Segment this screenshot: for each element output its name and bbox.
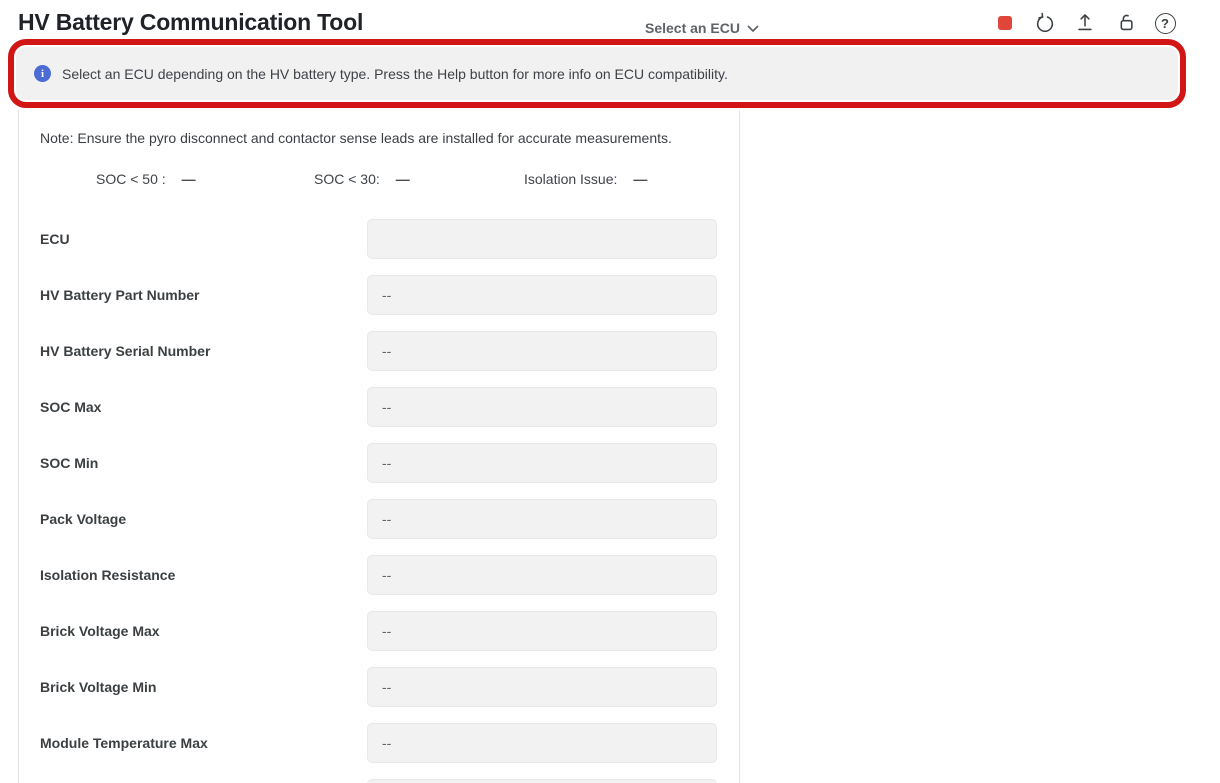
field-label: ECU <box>40 219 70 259</box>
status-label: Isolation Issue: <box>524 171 617 187</box>
field-label: Pack Voltage <box>40 499 126 539</box>
status-row: SOC < 50 : — SOC < 30: — Isolation Issue… <box>19 171 739 191</box>
help-icon[interactable]: ? <box>1154 12 1176 34</box>
serial-number-field[interactable]: -- <box>367 331 717 371</box>
field-label: Module Temperature Max <box>40 723 208 763</box>
toolbar: ? <box>994 11 1176 35</box>
record-square-icon[interactable] <box>994 12 1016 34</box>
refresh-icon[interactable] <box>1034 12 1056 34</box>
form-rows: ECU HV Battery Part Number -- HV Battery… <box>19 219 739 783</box>
ecu-field[interactable] <box>367 219 717 259</box>
pack-voltage-field[interactable]: -- <box>367 499 717 539</box>
status-label: SOC < 50 : <box>96 171 166 187</box>
status-value: — <box>396 171 410 187</box>
field-label: SOC Max <box>40 387 101 427</box>
form-row-serial-number: HV Battery Serial Number -- <box>19 331 739 371</box>
form-row-part-number: HV Battery Part Number -- <box>19 275 739 315</box>
ecu-select-dropdown[interactable]: Select an ECU <box>645 20 759 36</box>
form-row-soc-min: SOC Min -- <box>19 443 739 483</box>
page-title: HV Battery Communication Tool <box>18 9 363 36</box>
form-row-partial <box>19 779 739 783</box>
field-label: Isolation Resistance <box>40 555 175 595</box>
note-text: Note: Ensure the pyro disconnect and con… <box>40 130 672 146</box>
unlock-icon[interactable] <box>1114 12 1136 34</box>
form-row-module-temperature-max: Module Temperature Max -- <box>19 723 739 763</box>
form-row-brick-voltage-max: Brick Voltage Max -- <box>19 611 739 651</box>
form-row-soc-max: SOC Max -- <box>19 387 739 427</box>
status-value: — <box>182 171 196 187</box>
field-label: SOC Min <box>40 443 98 483</box>
brick-voltage-min-field[interactable]: -- <box>367 667 717 707</box>
field-label: HV Battery Serial Number <box>40 331 210 371</box>
field-label: Brick Voltage Max <box>40 611 160 651</box>
main-panel: Note: Ensure the pyro disconnect and con… <box>18 110 740 783</box>
status-value: — <box>633 171 647 187</box>
chevron-down-icon <box>747 20 759 36</box>
part-number-field[interactable]: -- <box>367 275 717 315</box>
info-icon: i <box>34 65 51 82</box>
module-temperature-max-field[interactable]: -- <box>367 723 717 763</box>
soc-max-field[interactable]: -- <box>367 387 717 427</box>
form-row-brick-voltage-min: Brick Voltage Min -- <box>19 667 739 707</box>
info-banner-text: Select an ECU depending on the HV batter… <box>62 66 728 82</box>
status-soc-50: SOC < 50 : — <box>96 171 196 187</box>
soc-min-field[interactable]: -- <box>367 443 717 483</box>
form-row-pack-voltage: Pack Voltage -- <box>19 499 739 539</box>
status-label: SOC < 30: <box>314 171 380 187</box>
brick-voltage-max-field[interactable]: -- <box>367 611 717 651</box>
upload-icon[interactable] <box>1074 12 1096 34</box>
ecu-select-label: Select an ECU <box>645 20 740 36</box>
info-banner: i Select an ECU depending on the HV batt… <box>16 47 1178 100</box>
field-label: HV Battery Part Number <box>40 275 200 315</box>
status-isolation-issue: Isolation Issue: — <box>524 171 647 187</box>
form-row-isolation-resistance: Isolation Resistance -- <box>19 555 739 595</box>
isolation-resistance-field[interactable]: -- <box>367 555 717 595</box>
partial-field[interactable] <box>367 779 717 783</box>
field-label: Brick Voltage Min <box>40 667 156 707</box>
annotation-highlight: i Select an ECU depending on the HV batt… <box>8 39 1186 108</box>
status-soc-30: SOC < 30: — <box>314 171 410 187</box>
form-row-ecu: ECU <box>19 219 739 259</box>
